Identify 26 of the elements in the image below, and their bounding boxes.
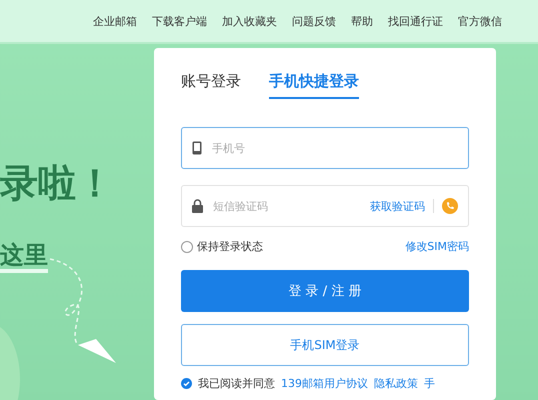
nav-link[interactable]: 下载客户端 bbox=[152, 14, 207, 28]
login-tab[interactable]: 账号登录 bbox=[181, 72, 241, 99]
login-tab[interactable]: 手机快捷登录 bbox=[269, 72, 359, 99]
login-register-button[interactable]: 登 录 / 注 册 bbox=[181, 270, 469, 312]
phone-icon bbox=[192, 141, 202, 155]
nav-link[interactable]: 企业邮箱 bbox=[93, 14, 137, 28]
phone-call-icon[interactable] bbox=[442, 198, 458, 214]
hero-subline: 这里 bbox=[0, 239, 48, 273]
agreement-link[interactable]: 手 bbox=[424, 376, 435, 391]
agreement-link[interactable]: 隐私政策 bbox=[374, 376, 418, 391]
sms-code-field[interactable]: 短信验证码 获取验证码 bbox=[181, 185, 469, 227]
sim-login-button[interactable]: 手机SIM登录 bbox=[181, 324, 469, 366]
nav-link[interactable]: 加入收藏夹 bbox=[222, 14, 277, 28]
agreement-link[interactable]: 139邮箱用户协议 bbox=[281, 376, 368, 391]
nav-link[interactable]: 官方微信 bbox=[458, 14, 502, 28]
agreement-text: 我已阅读并同意 bbox=[198, 376, 275, 391]
lock-icon bbox=[192, 199, 203, 213]
nav-link[interactable]: 找回通行证 bbox=[388, 14, 443, 28]
phone-field[interactable]: 手机号 bbox=[181, 127, 469, 169]
remember-checkbox[interactable] bbox=[181, 240, 193, 252]
nav-link[interactable]: 问题反馈 bbox=[292, 14, 336, 28]
agreement-checkbox[interactable] bbox=[181, 378, 192, 389]
remember-label: 保持登录状态 bbox=[197, 239, 263, 254]
nav-link[interactable]: 帮助 bbox=[351, 14, 373, 28]
get-code-link[interactable]: 获取验证码 bbox=[370, 198, 425, 214]
change-sim-password-link[interactable]: 修改SIM密码 bbox=[405, 239, 469, 254]
